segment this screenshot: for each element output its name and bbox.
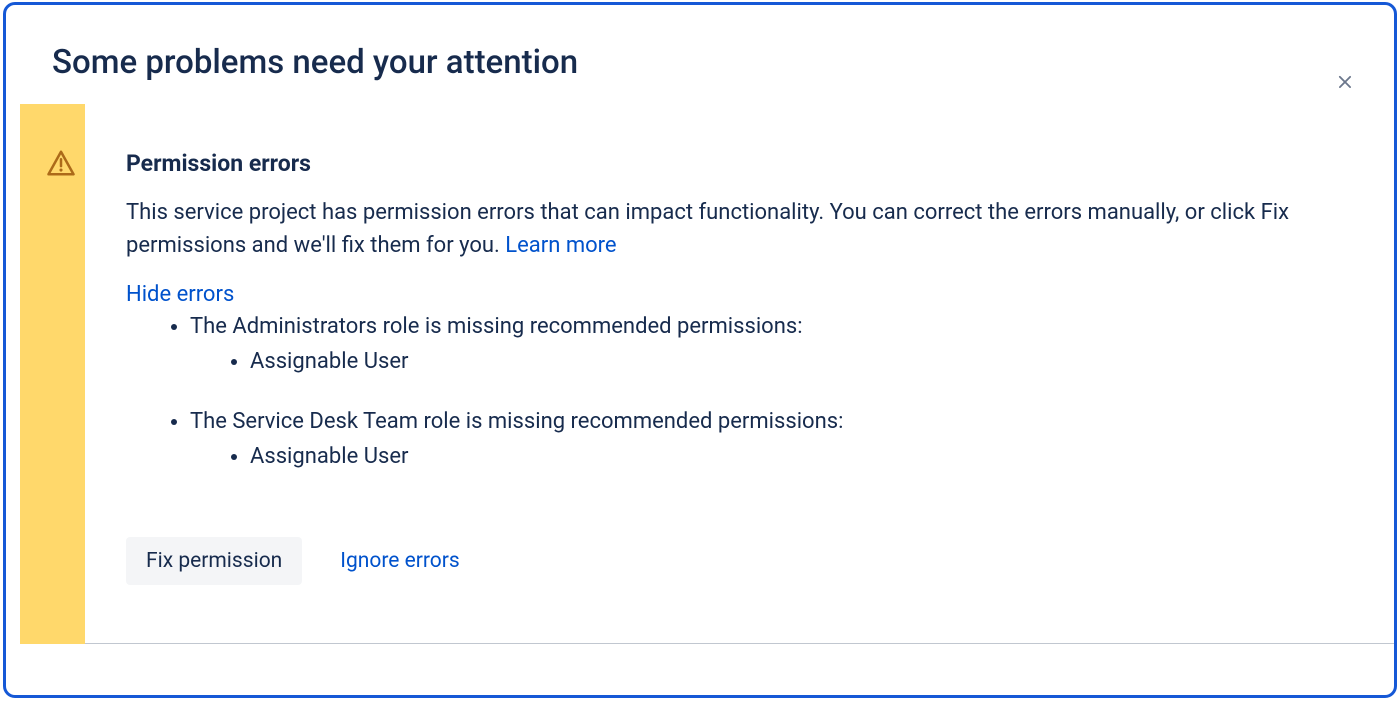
missing-permission: Assignable User [250,441,1348,474]
fix-permission-button[interactable]: Fix permission [126,537,302,585]
attention-dialog: Some problems need your attention Permis… [3,2,1397,698]
error-item: The Administrators role is missing recom… [190,311,1348,378]
missing-permissions-list: Assignable User [190,346,1348,379]
hide-errors-link[interactable]: Hide errors [126,282,234,307]
ignore-errors-button[interactable]: Ignore errors [332,537,467,585]
warning-icon [46,148,76,178]
permission-errors-description: This service project has permission erro… [126,197,1336,262]
error-item: The Service Desk Team role is missing re… [190,406,1348,473]
warning-sidebar [20,104,85,644]
error-role-line: The Administrators role is missing recom… [190,314,803,339]
close-button[interactable] [1330,67,1360,97]
missing-permission: Assignable User [250,346,1348,379]
dialog-title: Some problems need your attention [52,43,1348,82]
action-bar: Fix permission Ignore errors [126,537,1348,585]
permission-errors-panel: Permission errors This service project h… [20,104,1394,644]
missing-permissions-list: Assignable User [190,441,1348,474]
error-list: The Administrators role is missing recom… [126,311,1348,473]
dialog-header: Some problems need your attention [6,5,1394,104]
description-text: This service project has permission erro… [126,200,1289,258]
learn-more-link[interactable]: Learn more [505,233,616,258]
permission-errors-title: Permission errors [126,104,1348,197]
error-role-line: The Service Desk Team role is missing re… [190,409,843,434]
close-icon [1334,71,1356,93]
